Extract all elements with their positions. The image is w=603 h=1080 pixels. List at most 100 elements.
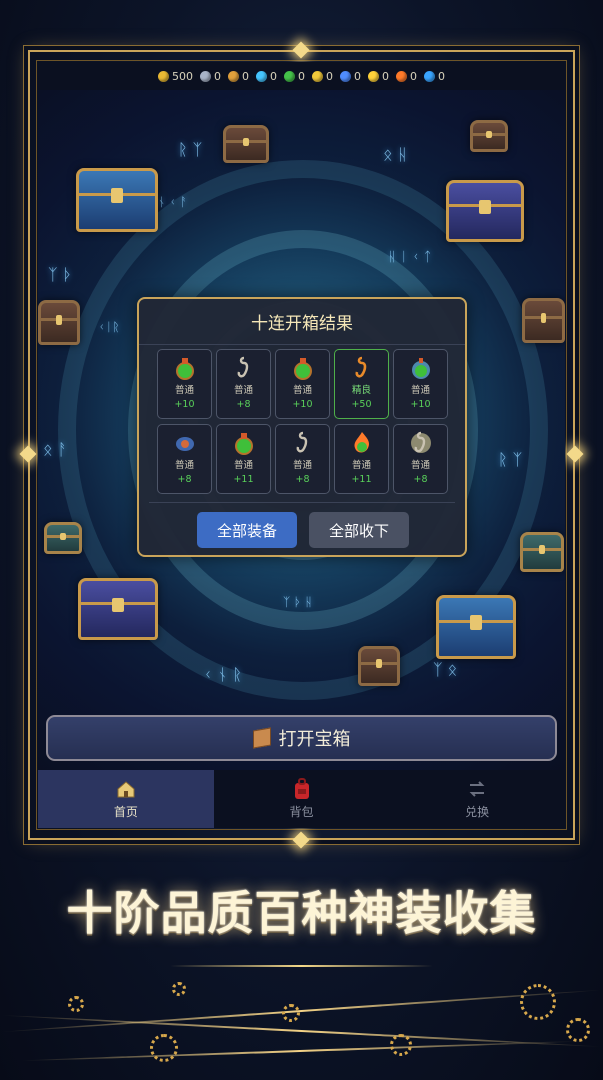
rune-glyph: ᚱ ᛉ [178,140,203,159]
resource-count: 0 [410,69,417,83]
nav-tab[interactable]: 兑换 [389,770,565,828]
result-item-slot[interactable]: 普通 +10 [157,349,212,419]
resource-count: 500 [172,69,193,83]
item-bonus: +8 [177,474,192,485]
treasure-chest [76,168,158,232]
collect-all-button[interactable]: 全部收下 [309,512,409,548]
treasure-chest [358,646,400,686]
hook-icon [231,355,257,381]
sun-icon [368,70,379,82]
green-potion-icon [290,355,316,381]
result-item-slot[interactable]: 精良 +50 [334,349,389,419]
item-quality: 普通 [233,385,253,396]
house-icon [116,779,136,799]
gear-icon [172,982,186,996]
treasure-chest [470,120,508,152]
resource-vortex: 0 [340,70,361,83]
item-quality: 精良 [351,385,371,396]
resource-count: 0 [438,69,445,83]
green-potion-icon [231,430,257,456]
green-orb-icon [284,70,295,82]
flame-icon [396,70,407,82]
item-quality: 普通 [410,385,430,396]
treasure-chest [223,125,269,163]
treasure-chest [38,300,80,345]
resource-diamond: 0 [256,70,277,83]
result-item-slot[interactable]: 普通 +8 [216,349,271,419]
nav-label: 背包 [289,804,314,819]
box-icon [252,727,271,749]
rune-glyph: ᚲᛁᚱ [98,320,120,334]
resource-count: 0 [270,69,277,83]
result-item-slot[interactable]: 普通 +10 [275,349,330,419]
nav-label: 首页 [113,804,138,819]
nav-tab[interactable]: 首页 [38,770,214,828]
resource-gold-medal: 0 [228,70,249,83]
rune-glyph: ᚲ ᚾ ᚱ [203,665,242,684]
item-bonus: +8 [295,474,310,485]
result-item-slot[interactable]: 普通 +8 [275,424,330,494]
gear-icon [566,1018,590,1042]
frost-potion-icon [408,355,434,381]
gear-icon [520,984,556,1020]
slogan-underline [170,965,433,967]
item-quality: 普通 [174,460,194,471]
resource-gold: 500 [158,70,193,83]
divider [149,502,455,503]
rune-glyph: ᚺ ᛁ ᚲ ᛏ [388,250,432,265]
item-bonus: +10 [292,399,313,410]
treasure-chest [446,180,524,242]
hook-icon [290,430,316,456]
resource-star: 0 [312,70,333,83]
rune-glyph: ᛉ ᚦ ᚺ [283,595,313,609]
light-wave [20,1040,580,1062]
item-bonus: +10 [410,399,431,410]
gear-icon [390,1034,412,1056]
panel-title: 十连开箱结果 [139,299,465,345]
green-potion-icon [172,355,198,381]
water-icon [424,70,435,82]
resource-count: 0 [242,69,249,83]
result-item-slot[interactable]: 普通 +8 [393,424,448,494]
gold-icon [158,70,169,82]
resource-count: 0 [326,69,333,83]
exchange-icon [467,779,487,799]
gold-medal-icon [228,70,239,82]
shining-hook-icon [408,430,434,456]
gear-icon [150,1034,178,1062]
resource-silver-medal: 0 [200,70,221,83]
treasure-chest [520,532,564,572]
rune-glyph: ᛉ ᚦ [48,265,73,284]
rune-glyph: ᛟ ᚨ [43,440,68,459]
promo-slogan: 十阶品质百种神装收集 [66,886,537,940]
golden-hook-icon [349,355,375,381]
equip-all-button[interactable]: 全部装备 [197,512,297,548]
open-chest-button[interactable]: 打开宝箱 [46,715,557,761]
item-bonus: +8 [236,399,251,410]
treasure-chest [44,522,82,554]
item-quality: 普通 [410,460,430,471]
treasure-chest [436,595,516,659]
gear-icon [68,996,84,1012]
gear-icon [282,1004,300,1022]
diamond-icon [256,70,267,82]
crystal-amulet-icon [172,430,198,456]
resource-bar: 500 0 0 0 0 0 0 0 0 0 [38,62,565,90]
nav-tab[interactable]: 背包 [214,770,390,828]
bottom-nav: 首页 背包 兑换 [38,770,565,828]
item-quality: 普通 [351,460,371,471]
rune-glyph: ᛟ ᚺ [383,145,408,164]
resource-water: 0 [424,70,445,83]
resource-count: 0 [298,69,305,83]
result-item-slot[interactable]: 普通 +11 [216,424,271,494]
result-item-slot[interactable]: 普通 +11 [334,424,389,494]
nav-label: 兑换 [465,804,490,819]
item-quality: 普通 [292,460,312,471]
item-quality: 普通 [233,460,253,471]
resource-count: 0 [354,69,361,83]
item-bonus: +11 [351,474,372,485]
result-item-slot[interactable]: 普通 +10 [393,349,448,419]
rune-glyph: ᛉ ᛟ [433,660,458,679]
result-item-slot[interactable]: 普通 +8 [157,424,212,494]
silver-medal-icon [200,70,211,82]
